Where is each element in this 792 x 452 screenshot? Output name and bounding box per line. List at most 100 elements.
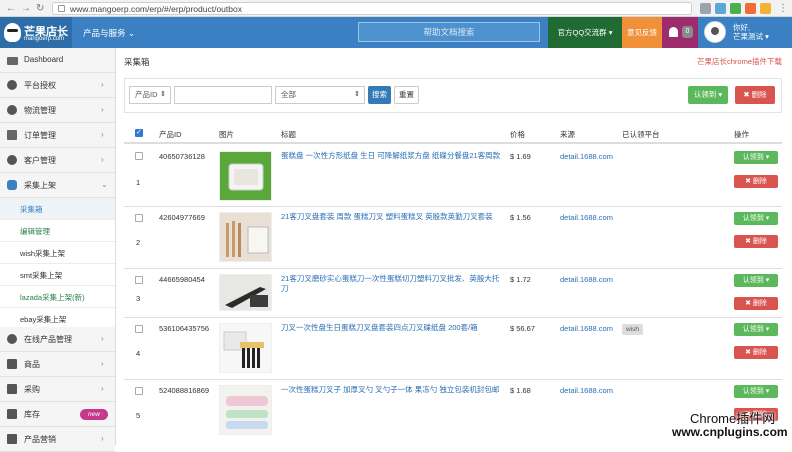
row-claim-button[interactable]: 认领到 ▾ [734,274,778,287]
sidebar-item-label: 客户管理 [24,156,56,165]
bulk-delete-button[interactable]: ✖ 删除 [735,86,775,104]
product-price: $ 1.72 [510,275,531,284]
product-source-link[interactable]: detail.1688.com [560,386,613,395]
filter-scope-select[interactable]: 全部 ⇕ [275,86,365,104]
app-header: 芒果店长 mangoerp.com 产品与服务 ⌄ 帮助文档搜索 官方QQ交流群… [0,17,792,48]
row-claim-button[interactable]: 认领到 ▾ [734,323,778,336]
filter-keyword-input[interactable] [174,86,272,104]
product-image [220,386,271,434]
bulk-claim-button[interactable]: 认领到 ▾ [688,86,728,104]
sidebar-item-logistics[interactable]: 物流管理 › [0,98,115,123]
sidebar-item-online-products[interactable]: 在线产品管理 › [0,327,115,352]
table-row: 3 44665980454 21客刀叉磨砂实心蛋糕刀一次性蛋糕切刀塑料刀叉批发、… [124,269,782,318]
sidebar-subitem-collect-box[interactable]: 采集箱 [0,198,115,220]
row-delete-button[interactable]: ✖ 删除 [734,175,778,188]
row-checkbox[interactable] [135,387,143,395]
row-checkbox[interactable] [135,325,143,333]
bell-icon [669,27,678,37]
sidebar-item-dashboard[interactable]: Dashboard [0,48,115,73]
reload-icon[interactable]: ↻ [36,3,44,14]
sidebar-subitem-smt[interactable]: smt采集上架 [0,264,115,286]
address-bar[interactable]: www.mangoerp.com/erp/#/erp/product/outbo… [52,2,692,15]
chevron-right-icon: › [101,384,104,393]
grid-icon [7,409,17,419]
grid-icon [7,434,17,444]
forward-icon[interactable]: → [21,3,31,14]
products-menu[interactable]: 产品与服务 ⌄ [83,27,135,39]
browser-menu-icon[interactable]: ⋮ [778,3,788,14]
row-claim-button[interactable]: 认领到 ▾ [734,151,778,164]
product-title-link[interactable]: 一次性蛋糕刀叉子 加厚叉勺 叉勺子一体 果冻勺 独立包装机封包邮 [281,385,501,395]
chevron-right-icon: › [101,334,104,343]
sidebar-item-label: 订单管理 [24,131,56,140]
extension-icon[interactable] [760,3,771,14]
feedback-button[interactable]: 意见反馈 [622,17,662,48]
sidebar-item-platform-auth[interactable]: 平台授权 › [0,73,115,98]
row-claim-button[interactable]: 认领到 ▾ [734,385,778,398]
row-checkbox[interactable] [135,214,143,222]
row-checkbox[interactable] [135,152,143,160]
avatar [704,21,726,43]
user-menu[interactable]: 你好, 芒果测试 ▾ [698,17,792,48]
product-price: $ 56.67 [510,324,536,333]
mango-mascot-icon [4,23,21,42]
extension-icon[interactable] [715,3,726,14]
extension-icon[interactable] [730,3,741,14]
header-image: 图片 [219,130,234,139]
cloud-upload-icon [7,180,17,190]
sidebar-item-marketing[interactable]: 产品营销 › [0,427,115,452]
header-title: 标题 [281,130,296,139]
row-delete-button[interactable]: ✖ 删除 [734,297,778,310]
row-claim-button[interactable]: 认领到 ▾ [734,212,778,225]
extension-icon[interactable] [745,3,756,14]
sidebar-item-label: 库存 [24,410,40,419]
header-source: 来源 [560,130,575,139]
search-button[interactable]: 搜索 [368,86,391,104]
product-thumbnail[interactable] [219,274,272,311]
row-checkbox[interactable] [135,276,143,284]
product-title-link[interactable]: 21客刀叉盘套装 周款 蛋糕刀叉 塑料蛋糕叉 英殷款英勤刀叉套装 [281,212,501,222]
chevron-right-icon: › [101,155,104,164]
notification-button[interactable]: 0 [662,17,698,48]
product-title-link[interactable]: 刀叉一次性盘生日蛋糕刀叉盘套装四点刀叉碟纸盘 200套/箱 [281,323,501,333]
product-thumbnail[interactable] [219,151,272,201]
chrome-plugin-download-link[interactable]: 芒果店长chrome插件下载 [697,56,782,67]
product-source-link[interactable]: detail.1688.com [560,275,613,284]
sidebar-item-inventory[interactable]: 库存 new › [0,402,115,427]
product-id: 42604977669 [159,213,205,222]
select-all-checkbox[interactable] [135,128,143,137]
sidebar-subitem-edit[interactable]: 编辑管理 [0,220,115,242]
sidebar-subitem-lazada[interactable]: lazada采集上架(新) [0,286,115,308]
product-thumbnail[interactable] [219,212,272,262]
sidebar-item-purchase[interactable]: 采购 › [0,377,115,402]
product-title-link[interactable]: 蛋糕盘 一次性方形纸盘 生日 可降解纸浆方盘 纸碟分餐盘21客周款 [281,151,501,161]
sidebar-item-goods[interactable]: 商品 › [0,352,115,377]
product-price: $ 1.69 [510,152,531,161]
sidebar-item-orders[interactable]: 订单管理 › [0,123,115,148]
sidebar-item-collect[interactable]: 采集上架 ⌄ [0,173,115,198]
product-source-link[interactable]: detail.1688.com [560,152,613,161]
product-image [220,324,271,372]
logo[interactable]: 芒果店长 mangoerp.com [0,17,72,48]
table-header: 产品ID 图片 标题 价格 来源 已认领平台 操作 [124,124,782,144]
sidebar-subitem-wish[interactable]: wish采集上架 [0,242,115,264]
qq-group-button[interactable]: 官方QQ交流群 ▾ [548,17,622,48]
chevron-right-icon: › [101,359,104,368]
product-price: $ 1.56 [510,213,531,222]
product-thumbnail[interactable] [219,323,272,373]
reset-button[interactable]: 重置 [394,86,419,104]
select-caret-icon: ⇕ [354,91,360,98]
back-icon[interactable]: ← [6,3,16,14]
product-source-link[interactable]: detail.1688.com [560,324,613,333]
extension-icon[interactable] [700,3,711,14]
product-thumbnail[interactable] [219,385,272,435]
product-source-link[interactable]: detail.1688.com [560,213,613,222]
row-delete-button[interactable]: ✖ 删除 [734,235,778,248]
sidebar-subitem-label: smt采集上架 [20,271,63,280]
help-search-input[interactable]: 帮助文档搜索 [358,22,540,42]
sidebar-item-customers[interactable]: 客户管理 › [0,148,115,173]
row-delete-button[interactable]: ✖ 删除 [734,346,778,359]
filter-field-select[interactable]: 产品ID ⇕ [129,86,171,104]
product-title-link[interactable]: 21客刀叉磨砂实心蛋糕刀一次性蛋糕切刀塑料刀叉批发、英殷大托刀 [281,274,501,294]
sidebar-item-label: 产品营销 [24,435,56,444]
